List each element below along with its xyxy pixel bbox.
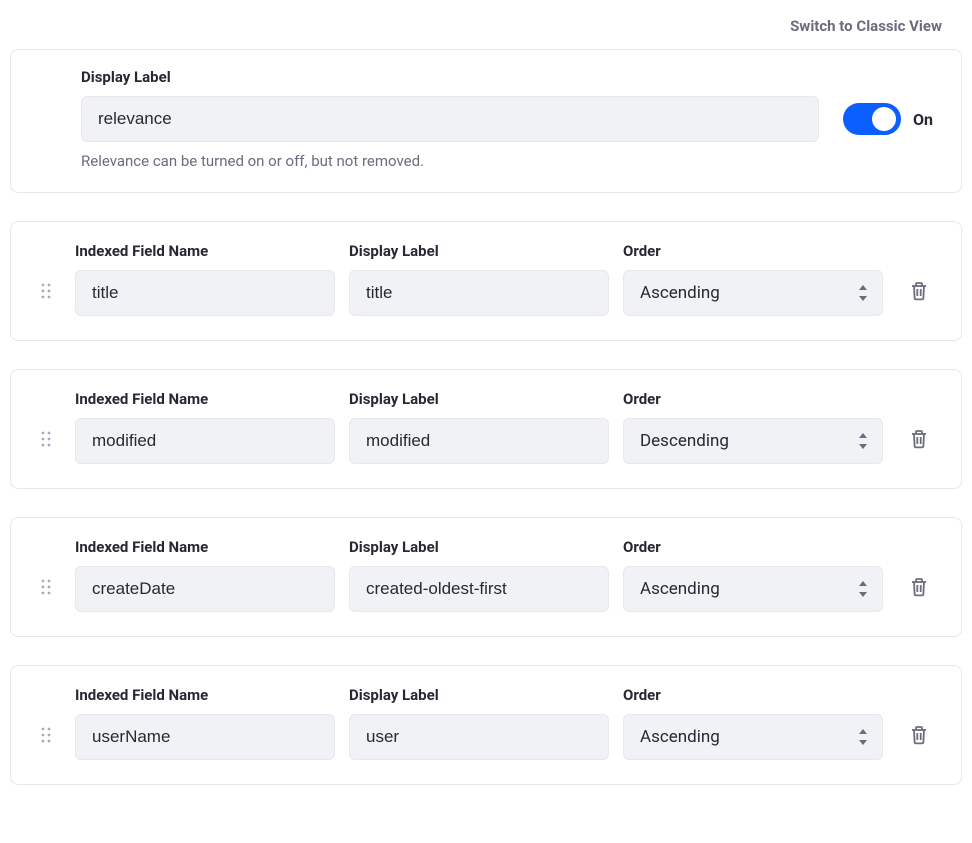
indexed-field-heading: Indexed Field Name (75, 242, 335, 260)
delete-row-button[interactable] (899, 553, 939, 597)
display-label-input[interactable] (349, 270, 609, 316)
indexed-field-heading: Indexed Field Name (75, 686, 335, 704)
order-heading: Order (623, 242, 883, 260)
relevance-toggle-state: On (913, 110, 933, 129)
relevance-toggle[interactable] (843, 103, 901, 135)
indexed-field-input[interactable] (75, 566, 335, 612)
drag-icon (41, 579, 51, 595)
display-label-heading: Display Label (349, 242, 609, 260)
relevance-display-label-input[interactable] (81, 96, 819, 142)
drag-handle[interactable] (33, 703, 59, 743)
trash-icon (910, 577, 928, 597)
indexed-field-input[interactable] (75, 418, 335, 464)
order-heading: Order (623, 390, 883, 408)
drag-icon (41, 431, 51, 447)
display-label-input[interactable] (349, 418, 609, 464)
display-label-heading: Display Label (349, 390, 609, 408)
drag-handle[interactable] (33, 407, 59, 447)
indexed-field-input[interactable] (75, 714, 335, 760)
order-select[interactable]: Descending (623, 418, 883, 464)
indexed-field-input[interactable] (75, 270, 335, 316)
drag-icon (41, 283, 51, 299)
delete-row-button[interactable] (899, 257, 939, 301)
order-heading: Order (623, 686, 883, 704)
order-select[interactable]: Ascending (623, 566, 883, 612)
switch-classic-view-link[interactable]: Switch to Classic View (790, 17, 942, 35)
indexed-field-heading: Indexed Field Name (75, 390, 335, 408)
display-label-heading: Display Label (349, 538, 609, 556)
drag-handle[interactable] (33, 555, 59, 595)
trash-icon (910, 281, 928, 301)
sort-field-row: Indexed Field Name Display Label Order A… (10, 517, 962, 637)
order-heading: Order (623, 538, 883, 556)
drag-icon (41, 727, 51, 743)
relevance-card: Display Label Relevance can be turned on… (10, 49, 962, 193)
sort-field-row: Indexed Field Name Display Label Order A… (10, 665, 962, 785)
delete-row-button[interactable] (899, 405, 939, 449)
order-select[interactable]: Ascending (623, 270, 883, 316)
indexed-field-heading: Indexed Field Name (75, 538, 335, 556)
order-select[interactable]: Ascending (623, 714, 883, 760)
relevance-display-label-heading: Display Label (81, 68, 819, 86)
toggle-knob (872, 107, 896, 131)
display-label-heading: Display Label (349, 686, 609, 704)
display-label-input[interactable] (349, 714, 609, 760)
trash-icon (910, 725, 928, 745)
display-label-input[interactable] (349, 566, 609, 612)
relevance-helper-text: Relevance can be turned on or off, but n… (81, 152, 819, 170)
drag-handle[interactable] (33, 259, 59, 299)
sort-field-row: Indexed Field Name Display Label Order D… (10, 369, 962, 489)
delete-row-button[interactable] (899, 701, 939, 745)
trash-icon (910, 429, 928, 449)
sort-field-row: Indexed Field Name Display Label Order A… (10, 221, 962, 341)
